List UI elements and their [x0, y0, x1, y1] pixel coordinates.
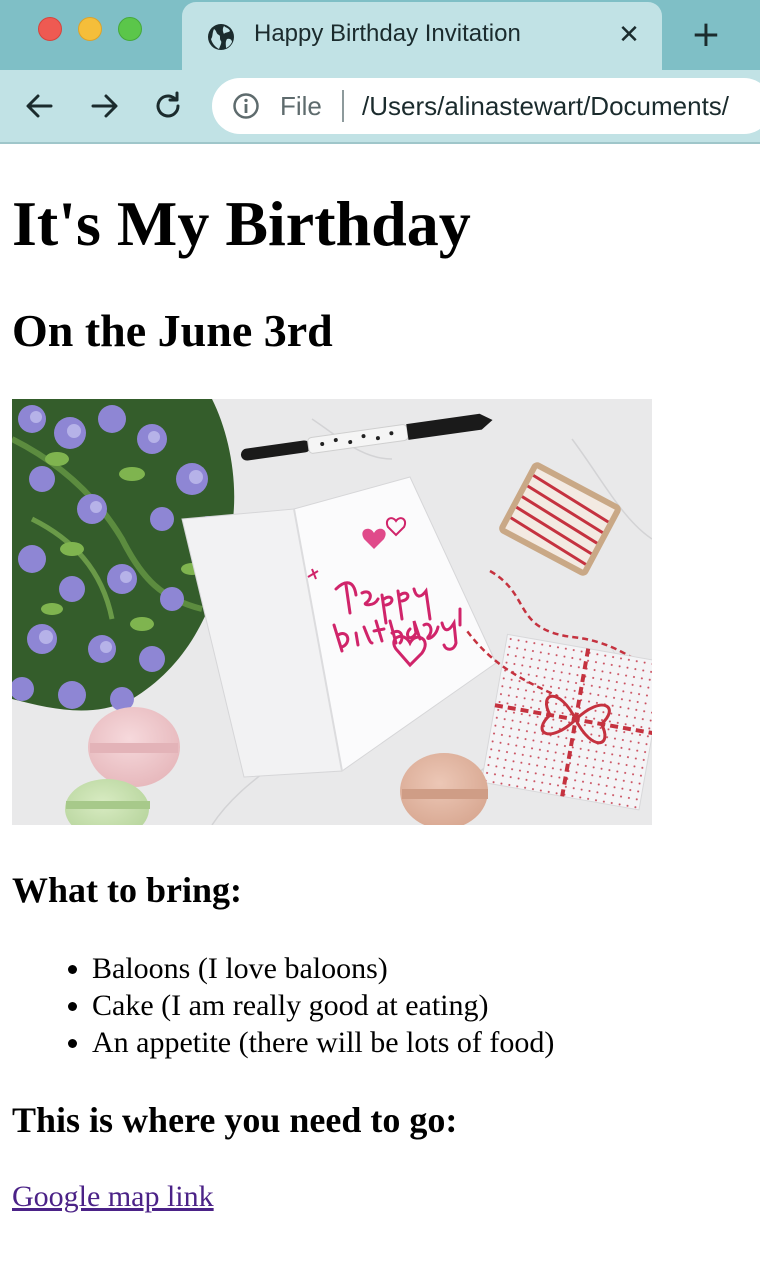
- close-window-button[interactable]: [38, 17, 62, 41]
- list-item: Baloons (I love baloons): [92, 950, 554, 987]
- globe-icon: [206, 22, 236, 52]
- birthday-card-photo: [12, 399, 652, 825]
- address-separator: [342, 90, 344, 122]
- active-tab[interactable]: Happy Birthday Invitation ✕: [182, 2, 662, 70]
- forward-arrow-icon[interactable]: [86, 88, 122, 124]
- page-subtitle: On the June 3rd: [12, 305, 333, 356]
- browser-toolbar: File /Users/alinastewart/Documents/: [0, 70, 760, 144]
- scheme-label: File: [280, 91, 322, 121]
- back-arrow-icon[interactable]: [22, 88, 58, 124]
- tab-title: Happy Birthday Invitation: [254, 20, 521, 47]
- close-icon[interactable]: ✕: [614, 20, 644, 50]
- list-item: Cake (I am really good at eating): [92, 987, 554, 1024]
- bring-heading: What to bring:: [12, 870, 243, 910]
- reload-icon[interactable]: [150, 88, 186, 124]
- page-title: It's My Birthday: [12, 188, 471, 259]
- address-bar[interactable]: File /Users/alinastewart/Documents/: [212, 78, 760, 134]
- url-text[interactable]: /Users/alinastewart/Documents/: [362, 91, 729, 122]
- plus-icon[interactable]: +: [686, 17, 726, 54]
- google-map-link[interactable]: Google map link: [12, 1178, 214, 1216]
- tab-strip: Happy Birthday Invitation ✕ +: [0, 0, 760, 70]
- bring-list: Baloons (I love baloons) Cake (I am real…: [12, 950, 554, 1061]
- where-heading: This is where you need to go:: [12, 1100, 458, 1140]
- list-item: An appetite (there will be lots of food): [92, 1024, 554, 1061]
- minimize-window-button[interactable]: [78, 17, 102, 41]
- info-icon[interactable]: [232, 92, 260, 120]
- zoom-window-button[interactable]: [118, 17, 142, 41]
